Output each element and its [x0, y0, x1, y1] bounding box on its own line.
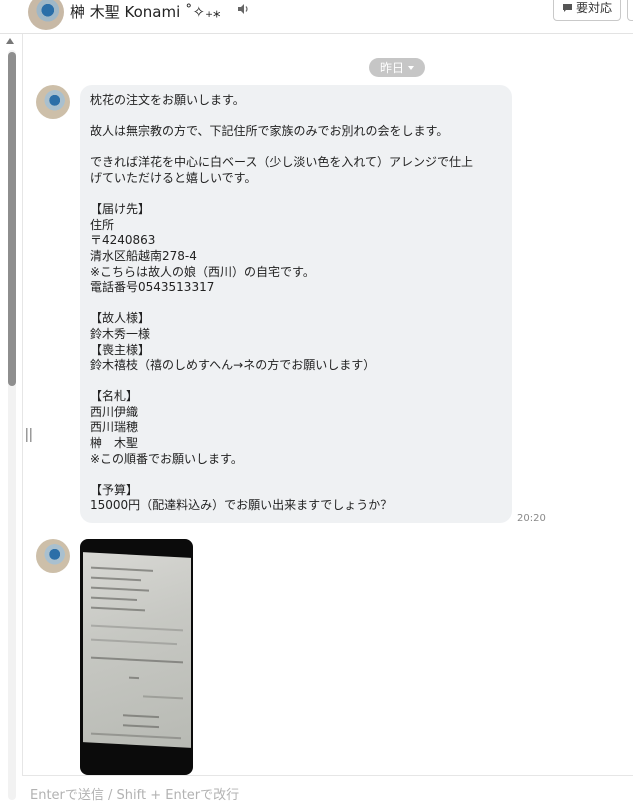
message-line: 【届け先】 — [90, 202, 151, 217]
message-line: 清水区船越南278-4 — [90, 248, 197, 263]
scroll-up-arrow-icon[interactable] — [6, 38, 14, 44]
resize-handle-icon[interactable] — [26, 428, 32, 442]
needs-action-label: 要対応 — [575, 1, 612, 15]
message-input-bar[interactable]: Enterで送信 / Shift + Enterで改行 — [22, 775, 633, 803]
header-next-button[interactable] — [627, 0, 633, 21]
left-scroll-strip — [0, 0, 23, 800]
sender-avatar[interactable] — [36, 85, 70, 119]
date-separator[interactable]: 昨日 — [369, 58, 425, 77]
message-input-placeholder: Enterで送信 / Shift + Enterで改行 — [30, 788, 240, 803]
message-line: 【故人様】 — [90, 311, 151, 326]
message-line: 【名札】 — [90, 389, 139, 404]
photo-document-image — [83, 552, 191, 748]
image-attachment[interactable] — [80, 539, 193, 775]
message-line: ※この順番でお願いします。 — [90, 451, 243, 466]
sender-avatar[interactable] — [36, 539, 70, 573]
message-line: 故人は無宗教の方で、下記住所で家族のみでお別れの会をします。 — [90, 124, 449, 139]
chat-bubble-icon — [562, 3, 572, 12]
message-line: 電話番号0543513317 — [90, 280, 215, 295]
chevron-down-icon — [408, 65, 414, 70]
message-line: 【喪主様】 — [90, 342, 151, 357]
message-line: 枕花の注文をお願いします。 — [90, 93, 245, 107]
message-line: 榊 木聖 — [90, 436, 139, 451]
sound-icon[interactable] — [236, 2, 250, 16]
needs-action-button[interactable]: 要対応 — [553, 0, 621, 21]
message-line: 【予算】 — [90, 482, 139, 497]
message-line: ※こちらは故人の娘（西川）の自宅です。 — [90, 264, 315, 279]
message-line: 西川瑞穂 — [90, 420, 139, 435]
date-separator-label: 昨日 — [379, 61, 404, 75]
message-line: 〒4240863 — [90, 233, 156, 248]
message-line: 15000円（配達料込み）でお願い出来ますでしょうか？ — [90, 498, 393, 513]
chat-header: 榊 木聖 Konami ˚✧₊⁎ 要対応 — [0, 0, 633, 34]
message-line: げていただけると嬉しいです。 — [90, 170, 257, 185]
message-line: 鈴木秀一様 — [90, 326, 151, 341]
scrollbar-thumb[interactable] — [8, 52, 16, 386]
contact-name: 榊 木聖 Konami ˚✧₊⁎ — [70, 3, 221, 21]
message-line: できれば洋花を中心に白ベース（少し淡い色を入れて）アレンジで仕上 — [90, 155, 474, 170]
message-timestamp: 20:20 — [517, 513, 546, 524]
message-line: 鈴木禧枝（禧のしめすへん→ネの方でお願いします） — [90, 358, 376, 373]
message-line: 住所 — [90, 217, 115, 232]
message-bubble: 枕花の注文をお願いします。 故人は無宗教の方で、下記住所で家族のみでお別れの会を… — [80, 85, 512, 523]
contact-avatar[interactable] — [28, 0, 64, 30]
message-line: 西川伊織 — [90, 404, 139, 419]
